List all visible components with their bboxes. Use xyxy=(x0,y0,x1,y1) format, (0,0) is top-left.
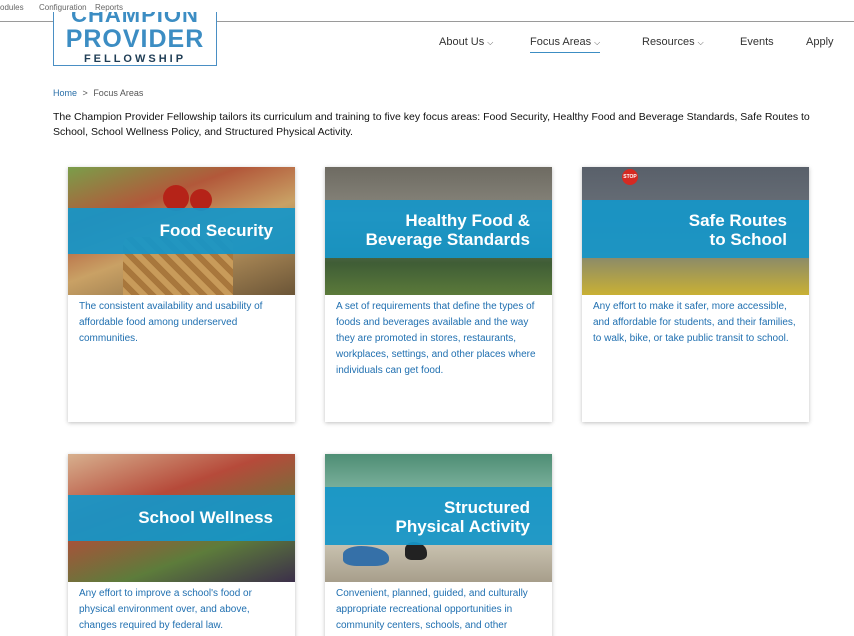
logo-line-2: PROVIDER xyxy=(65,25,205,53)
site-logo[interactable]: CHAMPION PROVIDER FELLOWSHIP xyxy=(53,12,217,66)
breadcrumb: Home > Focus Areas xyxy=(53,88,143,98)
focus-card-safe-routes[interactable]: STOP Safe Routes to School Any effort to… xyxy=(582,167,809,422)
card-title: Structured Physical Activity xyxy=(396,498,531,536)
stop-sign-icon: STOP xyxy=(622,169,638,185)
nav-about-us-label: About Us xyxy=(439,36,485,48)
focus-card-food-security[interactable]: Food Security The consistent availabilit… xyxy=(68,167,295,422)
card-description: A set of requirements that define the ty… xyxy=(336,301,536,376)
physical-activity-image: Structured Physical Activity xyxy=(325,454,552,582)
card-title-line-1: School Wellness xyxy=(138,508,273,527)
card-title-line-1: Safe Routes xyxy=(688,211,787,230)
card-title-line-1: Food Security xyxy=(159,221,273,240)
nav-focus-areas[interactable]: Focus Areas ⌵ xyxy=(530,36,601,53)
shoe-shape xyxy=(343,546,389,566)
card-title: School Wellness xyxy=(138,508,273,527)
chevron-down-icon: ⌵ xyxy=(697,38,704,47)
card-description: Any effort to make it safer, more access… xyxy=(593,301,796,344)
card-title-line-1: Structured xyxy=(444,498,530,517)
admin-item-configuration[interactable]: Configuration xyxy=(39,3,87,12)
nav-focus-areas-label: Focus Areas xyxy=(530,36,592,48)
card-description: Convenient, planned, guided, and cultura… xyxy=(336,588,528,631)
card-description: Any effort to improve a school's food or… xyxy=(79,588,252,631)
card-title-line-1: Healthy Food & xyxy=(405,211,530,230)
card-title: Healthy Food & Beverage Standards xyxy=(366,211,530,249)
chevron-down-icon: ⌵ xyxy=(487,38,494,47)
school-wellness-image: School Wellness xyxy=(68,454,295,582)
safe-routes-image: STOP Safe Routes to School xyxy=(582,167,809,295)
nav-apply-label: Apply xyxy=(806,36,834,48)
card-title: Food Security xyxy=(160,221,273,240)
admin-item-modules[interactable]: odules xyxy=(0,3,24,12)
card-title-line-2: Physical Activity xyxy=(395,517,531,536)
nav-about-us[interactable]: About Us ⌵ xyxy=(439,36,493,48)
nav-resources[interactable]: Resources ⌵ xyxy=(642,36,704,48)
card-title: Safe Routes to School xyxy=(689,211,787,249)
logo-line-3: FELLOWSHIP xyxy=(83,53,187,65)
card-title-line-2: to School xyxy=(709,230,787,249)
card-title-line-2: Beverage Standards xyxy=(365,230,530,249)
nav-events-label: Events xyxy=(740,36,774,48)
breadcrumb-current: Focus Areas xyxy=(93,88,144,98)
chevron-down-icon: ⌵ xyxy=(594,38,601,47)
breadcrumb-separator: > xyxy=(82,88,88,98)
admin-item-reports[interactable]: Reports xyxy=(95,3,123,12)
card-description: The consistent availability and usabilit… xyxy=(79,301,263,344)
breadcrumb-home-link[interactable]: Home xyxy=(53,88,77,98)
focus-card-school-wellness[interactable]: School Wellness Any effort to improve a … xyxy=(68,454,295,636)
healthy-food-image: Healthy Food & Beverage Standards xyxy=(325,167,552,295)
focus-card-physical-activity[interactable]: Structured Physical Activity Convenient,… xyxy=(325,454,552,636)
intro-text: The Champion Provider Fellowship tailors… xyxy=(53,111,810,138)
nav-events[interactable]: Events xyxy=(740,36,774,48)
nav-apply[interactable]: Apply xyxy=(806,36,834,48)
nav-resources-label: Resources xyxy=(642,36,695,48)
food-security-image: Food Security xyxy=(68,167,295,295)
focus-card-healthy-food[interactable]: Healthy Food & Beverage Standards A set … xyxy=(325,167,552,422)
